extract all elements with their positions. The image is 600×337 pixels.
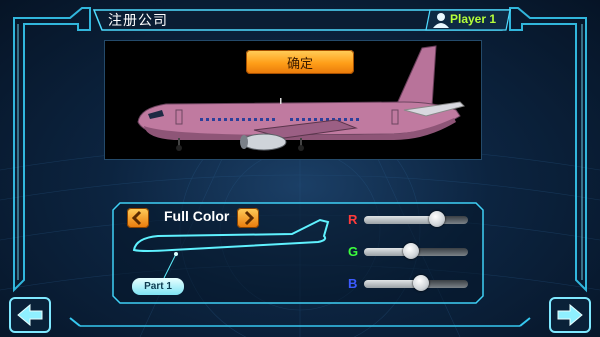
page-title: 注册公司 [108,13,168,29]
chevron-right-icon [244,210,255,226]
confirm-button[interactable]: 确定 [246,50,354,74]
red-slider[interactable] [364,211,468,227]
next-button[interactable] [548,296,592,334]
right-arrow-icon [549,297,591,333]
part-selector-button[interactable]: Part 1 [132,278,184,295]
red-slider-fill [364,216,437,224]
next-color-button[interactable] [237,208,259,228]
back-button[interactable] [8,296,52,334]
prev-color-button[interactable] [127,208,149,228]
color-mode-label: Full Color [164,208,230,224]
blue-label: B [348,276,358,291]
chevron-left-icon [131,210,142,226]
red-label: R [348,212,358,227]
blue-slider[interactable] [364,275,468,291]
green-slider[interactable] [364,243,468,259]
player-name: Player 1 [450,12,497,26]
left-arrow-icon [9,297,51,333]
blue-slider-knob[interactable] [413,275,430,291]
red-slider-knob[interactable] [428,211,445,227]
green-slider-knob[interactable] [402,243,419,259]
green-label: G [348,244,359,259]
